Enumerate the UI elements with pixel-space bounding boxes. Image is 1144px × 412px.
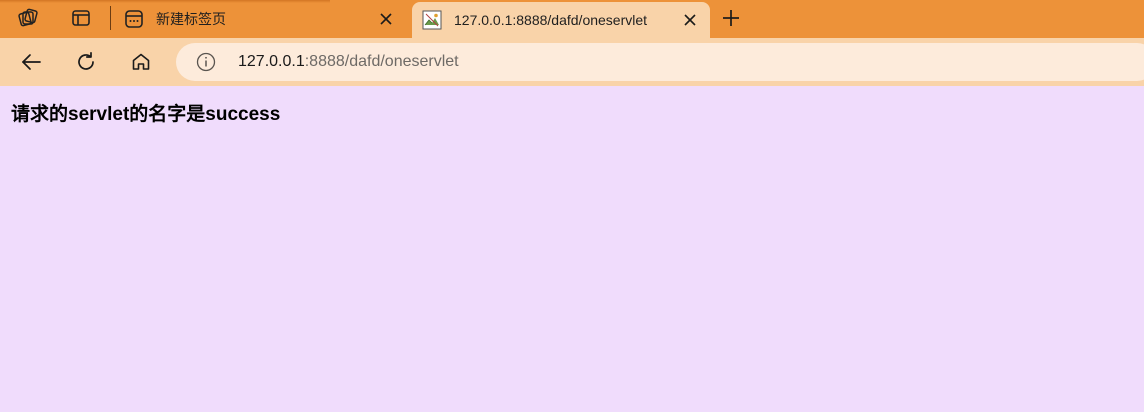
tab-divider [110,6,111,30]
workspaces-icon [17,7,39,29]
close-icon[interactable] [376,9,396,29]
url-text[interactable]: 127.0.0.1:8888/dafd/oneservlet [238,53,459,71]
tab-strip: 新建标签页 127.0.0.1:8888/dafd/oneservlet [0,0,1144,38]
home-button[interactable] [124,46,158,78]
info-icon[interactable] [196,52,216,72]
url-host: 127.0.0.1 [238,53,305,70]
back-arrow-icon [20,51,42,73]
browser-window: 新建标签页 127.0.0.1:8888/dafd/oneservlet 127… [0,0,1144,412]
new-tab-button[interactable] [716,4,746,32]
tab-oneservlet[interactable]: 127.0.0.1:8888/dafd/oneservlet [412,2,710,38]
back-button[interactable] [14,46,48,78]
toolbar: 127.0.0.1:8888/dafd/oneservlet [0,38,1144,86]
refresh-icon [75,51,97,73]
tab-title: 127.0.0.1:8888/dafd/oneservlet [454,12,648,28]
tab-actions-icon [71,8,91,28]
plus-icon [722,9,740,27]
address-bar[interactable]: 127.0.0.1:8888/dafd/oneservlet [176,43,1144,81]
tab-title: 新建标签页 [156,11,226,27]
refresh-button[interactable] [69,46,103,78]
tab-actions-button[interactable] [65,4,97,32]
home-icon [130,51,152,73]
page-heading: 请求的servlet的名字是success [11,104,281,125]
workspaces-button[interactable] [12,4,44,32]
page-content: 请求的servlet的名字是success [0,86,1144,412]
url-path: :8888/dafd/oneservlet [304,53,459,70]
broken-image-favicon [422,10,442,30]
close-icon[interactable] [680,10,700,30]
new-tab-page-icon [124,9,144,29]
tab-new-tab[interactable]: 新建标签页 [114,0,406,38]
